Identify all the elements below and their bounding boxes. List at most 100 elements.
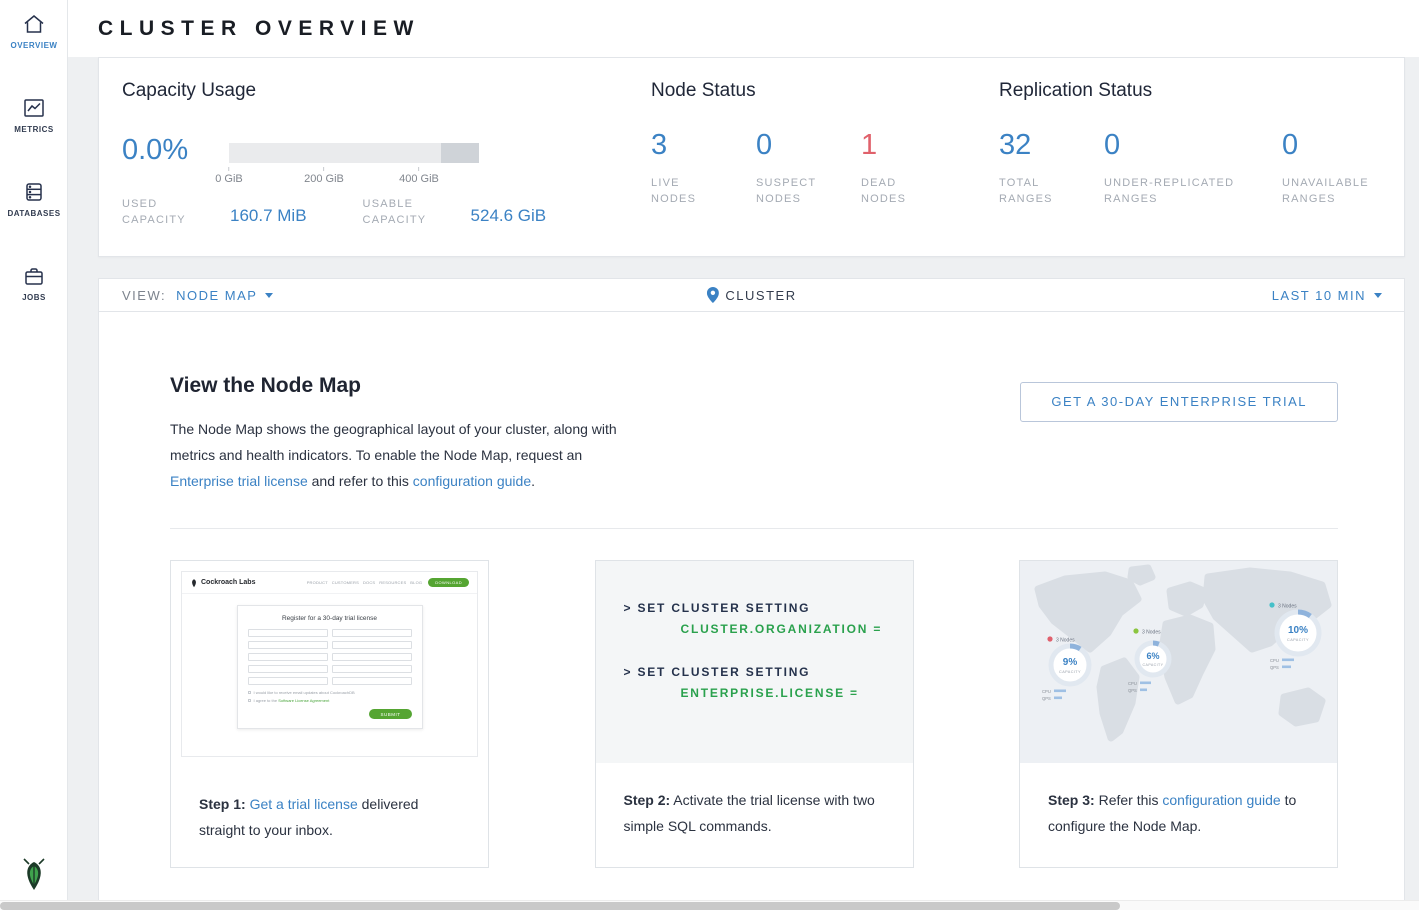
- time-range-dropdown[interactable]: LAST 10 MIN: [1272, 288, 1382, 303]
- suspect-nodes-label: SUSPECT NODES: [756, 175, 836, 207]
- unavailable-label: UNAVAILABLE RANGES: [1282, 175, 1382, 207]
- mini-input-field: [332, 641, 412, 649]
- mini-checkbox-row: I would like to receive email updates ab…: [248, 690, 412, 695]
- capacity-tick: 0 GiB: [215, 167, 243, 185]
- svg-text:CPU: CPU: [1128, 681, 1137, 686]
- mini-form-title: Register for a 30-day trial license: [248, 615, 412, 622]
- svg-text:CAPACITY: CAPACITY: [1059, 670, 1081, 674]
- svg-text:QPS: QPS: [1270, 665, 1279, 670]
- suspect-nodes-value: 0: [756, 129, 861, 161]
- cluster-summary-card: Capacity Usage 0.0% 0 GiB 200 GiB 400 Gi…: [98, 57, 1405, 257]
- sql-setting-line: CLUSTER.ORGANIZATION =: [681, 622, 913, 636]
- under-replicated-label: UNDER-REPLICATED RANGES: [1104, 175, 1266, 207]
- step-2-card: > SET CLUSTER SETTING CLUSTER.ORGANIZATI…: [595, 560, 914, 868]
- chevron-down-icon: [1374, 293, 1382, 298]
- svg-text:CPU: CPU: [1042, 689, 1051, 694]
- capacity-usage-section: Capacity Usage 0.0% 0 GiB 200 GiB 400 Gi…: [122, 80, 612, 102]
- view-bar: VIEW: NODE MAP CLUSTER LAST 10 MIN: [98, 278, 1405, 312]
- mini-input-field: [332, 665, 412, 673]
- node-map-panel: View the Node Map The Node Map shows the…: [98, 312, 1405, 901]
- mini-input-field: [248, 653, 328, 661]
- mini-cockroach-logo-icon: [190, 578, 198, 588]
- svg-text:6%: 6%: [1146, 651, 1159, 661]
- dead-nodes-stat: 1 DEAD NODES: [861, 129, 966, 207]
- scope-breadcrumb: CLUSTER: [706, 287, 796, 303]
- live-nodes-value: 3: [651, 129, 756, 161]
- page-title: CLUSTER OVERVIEW: [98, 17, 420, 41]
- steps-row: Cockroach Labs PRODUCT CUSTOMERS DOCS RE…: [170, 560, 1338, 868]
- usable-capacity-value: 524.6 GiB: [471, 206, 547, 226]
- main-content: CLUSTER OVERVIEW Capacity Usage 0.0% 0 G…: [68, 0, 1419, 910]
- sql-code-block: > SET CLUSTER SETTING CLUSTER.ORGANIZATI…: [596, 561, 913, 763]
- live-nodes-label: LIVE NODES: [651, 175, 713, 207]
- usable-capacity-label: USABLE CAPACITY: [363, 196, 445, 228]
- unavailable-value: 0: [1282, 129, 1402, 161]
- replication-status-section: Replication Status 32 TOTAL RANGES 0 UND…: [999, 80, 1402, 207]
- total-ranges-stat: 32 TOTAL RANGES: [999, 129, 1104, 207]
- enterprise-trial-button[interactable]: GET A 30-DAY ENTERPRISE TRIAL: [1020, 382, 1338, 422]
- horizontal-scrollbar[interactable]: [0, 900, 1419, 910]
- cluster-overview-page: OVERVIEW METRICS DATABASES: [0, 0, 1419, 910]
- database-icon: [23, 182, 45, 202]
- capacity-usage-title: Capacity Usage: [122, 80, 612, 102]
- metrics-chart-icon: [23, 98, 45, 118]
- mini-download-button: DOWNLOAD: [428, 578, 469, 587]
- mini-checkbox-row: I agree to the Software License Agreemen…: [248, 698, 412, 703]
- capacity-bar-track: [229, 143, 479, 163]
- sidebar-item-overview[interactable]: OVERVIEW: [0, 0, 68, 60]
- step-2-caption: Step 2: Activate the trial license with …: [624, 787, 885, 839]
- view-selector-dropdown[interactable]: NODE MAP: [176, 288, 273, 303]
- capacity-details: USED CAPACITY 160.7 MiB USABLE CAPACITY …: [122, 196, 602, 228]
- sidebar: OVERVIEW METRICS DATABASES: [0, 0, 68, 910]
- enterprise-trial-license-link[interactable]: Enterprise trial license: [170, 473, 308, 489]
- used-capacity-value: 160.7 MiB: [230, 206, 307, 226]
- step-3-card: 3 Nodes 3 Nodes 3 Nodes 9% CAPACITY CPU: [1019, 560, 1338, 868]
- mini-submit-button: SUBMIT: [369, 709, 411, 719]
- sidebar-item-jobs[interactable]: JOBS: [0, 252, 68, 312]
- svg-text:QPS: QPS: [1042, 696, 1051, 701]
- sidebar-item-metrics[interactable]: METRICS: [0, 84, 68, 144]
- mini-input-field: [332, 629, 412, 637]
- capacity-bar: 0 GiB 200 GiB 400 GiB: [229, 143, 479, 189]
- sql-prompt-line: > SET CLUSTER SETTING: [624, 665, 913, 679]
- mini-brand: Cockroach Labs: [201, 579, 255, 586]
- svg-text:CAPACITY: CAPACITY: [1287, 638, 1309, 642]
- mini-input-field: [248, 677, 328, 685]
- step-1-card: Cockroach Labs PRODUCT CUSTOMERS DOCS RE…: [170, 560, 489, 868]
- view-label: VIEW:: [122, 288, 166, 303]
- capacity-axis: 0 GiB 200 GiB 400 GiB: [229, 163, 479, 189]
- svg-text:3 Nodes: 3 Nodes: [1278, 604, 1297, 610]
- capacity-tick: 200 GiB: [304, 167, 344, 185]
- live-nodes-stat: 3 LIVE NODES: [651, 129, 756, 207]
- sidebar-item-label: OVERVIEW: [11, 41, 58, 50]
- configuration-guide-link[interactable]: configuration guide: [413, 473, 531, 489]
- sidebar-item-label: METRICS: [14, 125, 54, 134]
- sidebar-item-databases[interactable]: DATABASES: [0, 168, 68, 228]
- replication-status-title: Replication Status: [999, 80, 1402, 102]
- svg-text:CPU: CPU: [1270, 658, 1279, 663]
- chevron-down-icon: [265, 293, 273, 298]
- dead-nodes-value: 1: [861, 129, 966, 161]
- home-icon: [23, 14, 45, 34]
- node-map-title: View the Node Map: [170, 374, 361, 398]
- mini-input-field: [332, 677, 412, 685]
- svg-text:9%: 9%: [1063, 657, 1078, 668]
- svg-text:3 Nodes: 3 Nodes: [1142, 630, 1161, 636]
- total-ranges-label: TOTAL RANGES: [999, 175, 1061, 207]
- svg-text:QPS: QPS: [1128, 688, 1137, 693]
- mini-nav: PRODUCT CUSTOMERS DOCS RESOURCES BLOG: [307, 580, 423, 585]
- get-trial-license-link[interactable]: Get a trial license: [250, 796, 358, 812]
- sidebar-item-label: JOBS: [22, 293, 46, 302]
- mini-input-field: [248, 641, 328, 649]
- horizontal-scrollbar-thumb[interactable]: [0, 902, 1120, 910]
- mini-input-field: [248, 665, 328, 673]
- configuration-guide-link[interactable]: configuration guide: [1162, 792, 1280, 808]
- page-header: CLUSTER OVERVIEW: [68, 0, 1419, 57]
- under-replicated-ranges-stat: 0 UNDER-REPLICATED RANGES: [1104, 129, 1282, 207]
- node-map-preview-image: 3 Nodes 3 Nodes 3 Nodes 9% CAPACITY CPU: [1020, 561, 1337, 763]
- svg-text:CAPACITY: CAPACITY: [1143, 663, 1164, 667]
- location-pin-icon: [706, 287, 718, 303]
- step-3-caption: Step 3: Refer this configuration guide t…: [1048, 787, 1309, 839]
- suspect-nodes-stat: 0 SUSPECT NODES: [756, 129, 861, 207]
- scope-label: CLUSTER: [725, 288, 796, 303]
